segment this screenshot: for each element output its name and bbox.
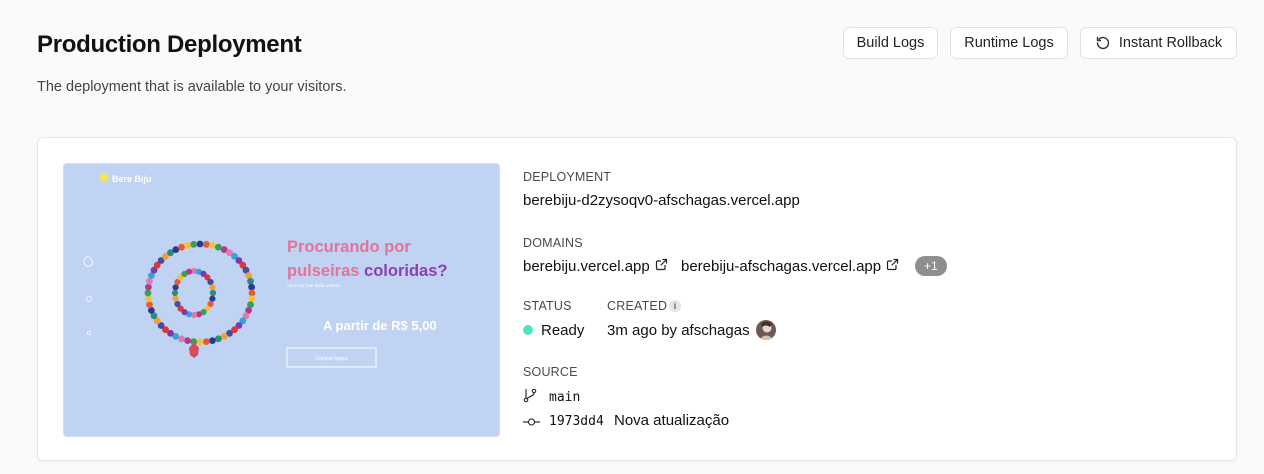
branch-name: main <box>549 390 581 405</box>
bead <box>215 243 222 251</box>
domain-link-2[interactable]: berebiju-afschagas.vercel.app <box>681 258 899 275</box>
bead <box>172 295 179 302</box>
bead <box>178 243 185 251</box>
deployment-url: berebiju-d2zysoqv0-afschagas.vercel.app <box>523 192 800 209</box>
page-subtitle: The deployment that is available to your… <box>37 79 347 95</box>
bead <box>202 241 210 248</box>
bead <box>145 283 152 291</box>
external-link-icon <box>886 258 899 275</box>
info-icon[interactable]: i <box>669 300 681 312</box>
deployment-card: Bere Biju Procurando por pulseiras color… <box>37 137 1237 461</box>
external-link-icon <box>655 258 668 275</box>
build-logs-button[interactable]: Build Logs <box>843 27 938 59</box>
commit-hash: 1973dd4 <box>549 414 604 429</box>
bead <box>178 335 185 343</box>
bead <box>144 289 152 297</box>
avatar[interactable] <box>756 320 776 340</box>
bead <box>196 338 204 346</box>
bead <box>207 278 214 286</box>
bead <box>247 277 254 285</box>
bead <box>171 289 179 297</box>
deployment-url-link[interactable]: berebiju-d2zysoqv0-afschagas.vercel.app <box>523 192 800 209</box>
created-value: 3m ago by afschagas <box>607 322 750 339</box>
preview-price: A partir de R$ 5,00 <box>323 318 437 333</box>
bead <box>196 240 204 248</box>
source-label: SOURCE <box>523 365 578 379</box>
domain-name-2: berebiju-afschagas.vercel.app <box>681 258 882 275</box>
domain-link-1[interactable]: berebiju.vercel.app <box>523 258 668 275</box>
bead <box>184 242 191 249</box>
bead <box>248 283 256 291</box>
runtime-logs-button[interactable]: Runtime Logs <box>950 27 1068 59</box>
git-branch-icon <box>523 388 537 408</box>
bead <box>209 289 217 297</box>
brand-logo-icon <box>99 173 109 183</box>
bead <box>146 301 153 309</box>
domain-name-1: berebiju.vercel.app <box>523 258 650 275</box>
bead <box>209 284 216 291</box>
branch-link[interactable]: main <box>549 390 580 405</box>
created-label: CREATED <box>607 299 668 313</box>
commit-hash-link[interactable]: 1973dd4 <box>549 414 604 429</box>
page-title: Production Deployment <box>37 31 302 58</box>
bead <box>220 333 228 340</box>
preview-cta-label: Compre Agora <box>315 356 347 362</box>
bead <box>209 295 216 302</box>
preview-headline-1: Procurando por <box>287 238 411 256</box>
bead <box>209 337 216 344</box>
bead <box>248 289 256 297</box>
instant-rollback-label: Instant Rollback <box>1118 35 1223 51</box>
runtime-logs-label: Runtime Logs <box>964 35 1054 51</box>
status-value: Ready <box>541 322 585 339</box>
commit-message: Nova atualização <box>614 412 730 429</box>
preview-screenshot: Bere Biju Procurando por pulseiras color… <box>64 164 499 436</box>
deployment-label: DEPLOYMENT <box>523 170 612 184</box>
status-ready-dot <box>523 325 533 335</box>
deployment-preview[interactable]: Bere Biju Procurando por pulseiras color… <box>63 163 500 437</box>
bead <box>209 242 216 249</box>
build-logs-label: Build Logs <box>856 35 925 51</box>
bead <box>248 295 256 303</box>
preview-tagline: Você vai ficar linda usando <box>287 283 341 288</box>
bead <box>172 246 180 253</box>
bead <box>172 284 179 291</box>
status-label: STATUS <box>523 299 572 313</box>
bead <box>184 337 191 344</box>
bead <box>145 295 152 303</box>
more-domains-badge[interactable]: +1 <box>915 256 947 276</box>
preview-brand: Bere Biju <box>112 174 152 184</box>
git-commit-icon <box>523 414 540 432</box>
bead <box>202 338 210 345</box>
instant-rollback-button[interactable]: Instant Rollback <box>1080 27 1237 59</box>
bead <box>186 268 193 275</box>
bead <box>174 300 181 308</box>
rollback-icon <box>1095 35 1111 51</box>
bead <box>215 335 222 343</box>
bead <box>190 241 198 248</box>
domains-label: DOMAINS <box>523 236 583 250</box>
preview-headline-2: pulseiras coloridas? <box>287 262 447 280</box>
